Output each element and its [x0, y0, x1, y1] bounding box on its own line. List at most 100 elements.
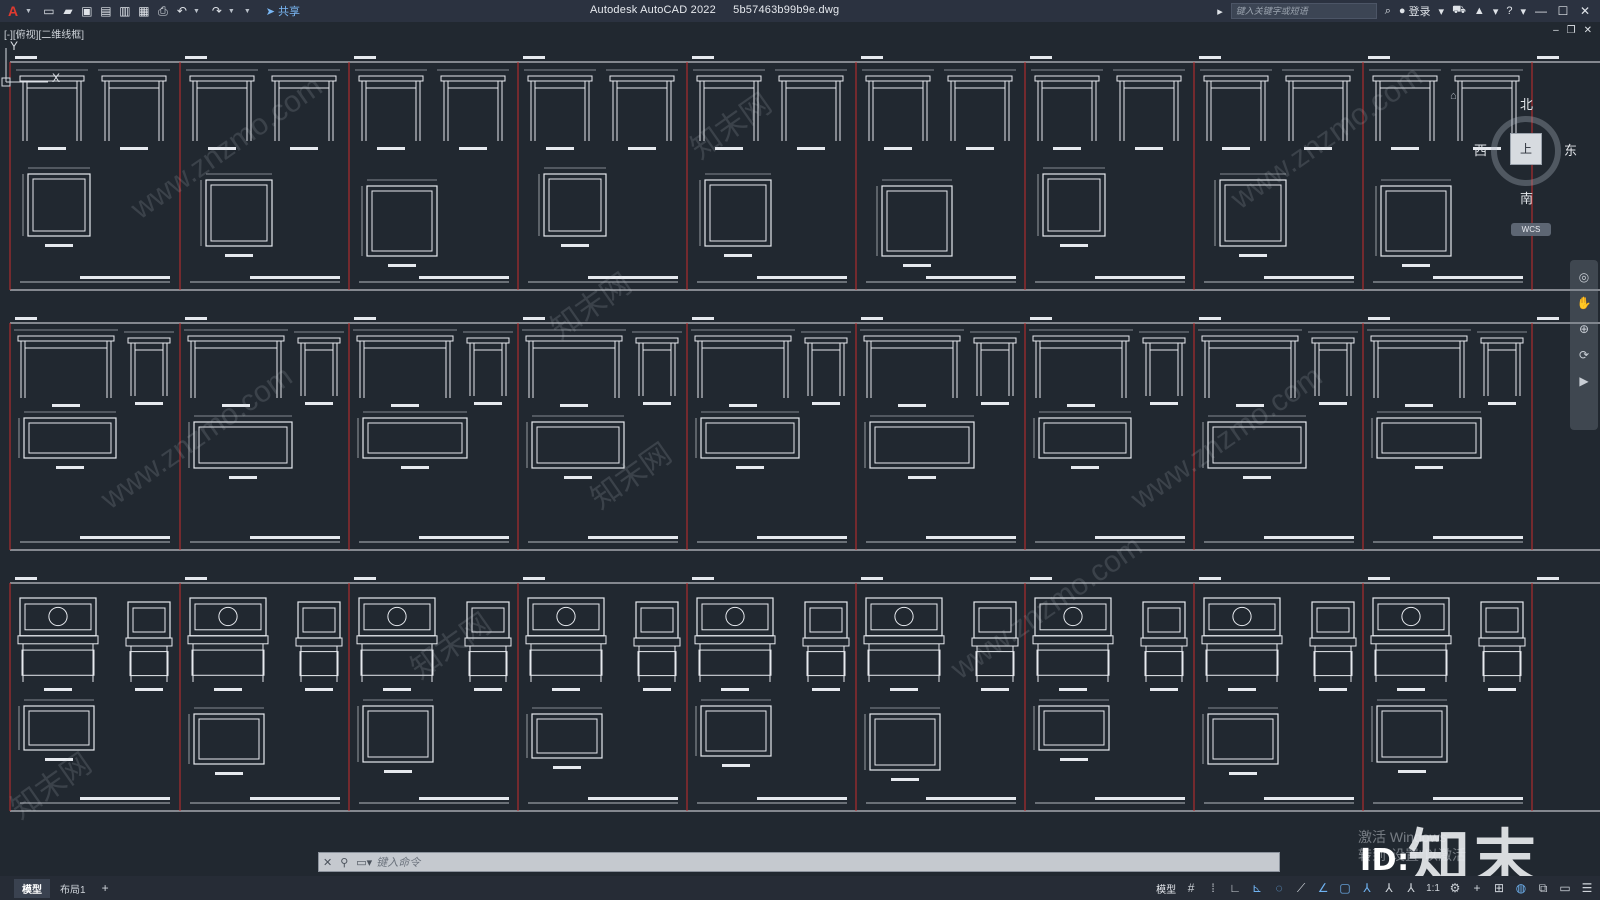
- row2-table-long-4-caption: [729, 404, 757, 407]
- autodesk-a360-icon[interactable]: ▲: [1474, 5, 1485, 17]
- showmotion-icon[interactable]: ▶: [1579, 374, 1588, 388]
- a360-dropdown-icon[interactable]: ▾: [1493, 5, 1499, 18]
- auto-scale-icon[interactable]: ⅄: [1382, 881, 1396, 895]
- navigation-bar: ◎ ✋ ⊕ ⟳ ▶: [1570, 260, 1598, 430]
- row3-plan-3-caption: [553, 766, 581, 769]
- model-space-toggle[interactable]: 模型: [1156, 881, 1176, 896]
- viewcube-south[interactable]: 南: [1520, 188, 1533, 207]
- isodraft-icon[interactable]: ⟋: [1294, 881, 1308, 896]
- infer-constraints-icon[interactable]: ∟: [1228, 881, 1242, 895]
- undo-dropdown-icon[interactable]: ▼: [193, 8, 200, 15]
- column-title-bar: [1264, 276, 1354, 279]
- plot-icon[interactable]: ⎙: [155, 3, 171, 19]
- pan-icon[interactable]: ✋: [1577, 296, 1592, 310]
- help-dropdown-icon[interactable]: ▾: [1520, 5, 1526, 18]
- expand-arrow-icon[interactable]: ▸: [1217, 5, 1223, 18]
- polar-tracking-icon[interactable]: ◌: [1272, 881, 1286, 895]
- row3-chair-side-0-back: [127, 601, 171, 639]
- drawing-restore-icon[interactable]: ❐: [1567, 25, 1576, 36]
- row3-chair-front-7-base: [1205, 649, 1279, 676]
- cart-icon[interactable]: ⛟: [1452, 4, 1466, 18]
- annotation-scale-icon[interactable]: ⅄: [1404, 881, 1418, 895]
- diagonal-watermark: www.znzmo.com: [1124, 360, 1328, 517]
- row3-chair-front-4-seat: [694, 635, 776, 645]
- isolate-objects-icon[interactable]: ◍: [1514, 881, 1528, 895]
- viewport-label[interactable]: [-][俯视][二维线框]: [4, 26, 84, 41]
- redo-dropdown-icon[interactable]: ▼: [228, 8, 235, 15]
- command-input[interactable]: 键入命令: [376, 854, 420, 870]
- viewcube-east[interactable]: 东: [1564, 140, 1577, 159]
- command-prompt-icon[interactable]: ▭▾: [356, 856, 372, 869]
- save-web-icon[interactable]: ▦: [136, 3, 152, 19]
- share-button[interactable]: ➤ 共享: [266, 3, 300, 19]
- row3-chair-front-7-ornament: [1232, 606, 1252, 627]
- search-icon[interactable]: ⌕: [1385, 5, 1391, 18]
- annotation-visibility-icon[interactable]: ⅄: [1360, 881, 1374, 895]
- drawing-canvas[interactable]: www.znzmo.com 知末网 www.znzmo.com 知末网 www.znzm…: [0, 40, 1600, 876]
- scale-label[interactable]: 1:1: [1426, 883, 1440, 894]
- new-file-icon[interactable]: ▭: [41, 3, 57, 19]
- customize-qat-icon[interactable]: ▼: [244, 8, 251, 15]
- drawing-minimize-icon[interactable]: –: [1553, 25, 1559, 36]
- add-layout-button[interactable]: +: [96, 881, 115, 895]
- row1-plan-0-outer: [27, 173, 91, 237]
- row1-table-a-6-caption: [1053, 147, 1081, 150]
- help-icon[interactable]: ?: [1506, 5, 1512, 17]
- column-title-bar: [419, 276, 509, 279]
- sheet-header-tick: [523, 56, 545, 59]
- row3-chair-front-3-caption: [552, 688, 580, 691]
- steering-wheel-icon[interactable]: ◎: [1579, 270, 1589, 284]
- undo-icon[interactable]: ↶: [174, 3, 190, 19]
- snap-icon[interactable]: ⁞: [1206, 881, 1220, 895]
- wcs-menu-button[interactable]: WCS: [1511, 223, 1551, 236]
- maximize-icon[interactable]: ☐: [1556, 4, 1570, 18]
- minimize-icon[interactable]: —: [1534, 4, 1548, 18]
- clean-screen-icon[interactable]: ▭: [1558, 881, 1572, 895]
- zoom-extents-icon[interactable]: ⊕: [1579, 322, 1589, 336]
- open-web-icon[interactable]: ▥: [117, 3, 133, 19]
- login-dropdown-icon[interactable]: ▾: [1439, 5, 1445, 18]
- row2-table-side-4-caption: [812, 402, 840, 405]
- column-title-bar: [1095, 276, 1185, 279]
- customization-icon[interactable]: ☰: [1580, 881, 1594, 895]
- column-title-bar: [1095, 797, 1185, 800]
- ortho-icon[interactable]: ⊾: [1250, 881, 1264, 895]
- viewcube[interactable]: ⌂ 北 上 西 东 南: [1450, 90, 1577, 210]
- annotation-monitor-icon[interactable]: +: [1470, 881, 1484, 895]
- home-view-icon[interactable]: ⌂: [1450, 90, 1457, 102]
- row2-table-side-7-top: [1311, 337, 1355, 344]
- login-button[interactable]: ● 登录: [1399, 3, 1431, 19]
- row3-plan-0-outer: [23, 705, 95, 751]
- row2-table-side-4-top: [804, 337, 848, 344]
- open-folder-icon[interactable]: ▰: [60, 3, 76, 19]
- drawing-close-icon[interactable]: ✕: [1584, 25, 1592, 36]
- save-icon[interactable]: ▣: [79, 3, 95, 19]
- redo-icon[interactable]: ↷: [209, 3, 225, 19]
- hardware-acceleration-icon[interactable]: ⧉: [1536, 881, 1550, 896]
- column-title-bar: [1433, 536, 1523, 539]
- object-snap-icon[interactable]: ▢: [1338, 881, 1352, 895]
- app-menu-button[interactable]: A: [4, 3, 22, 19]
- tab-layout1[interactable]: 布局1: [52, 879, 94, 898]
- row1-table-b-5-caption: [966, 147, 994, 150]
- commandline-search-icon[interactable]: ⚲: [340, 856, 348, 869]
- workspace-gear-icon[interactable]: ⚙: [1448, 881, 1462, 895]
- viewcube-north[interactable]: 北: [1520, 94, 1533, 113]
- save-as-icon[interactable]: ▤: [98, 3, 114, 19]
- object-snap-tracking-icon[interactable]: ∠: [1316, 881, 1330, 895]
- sheet-header-tick: [1368, 56, 1390, 59]
- viewcube-top-face[interactable]: 上: [1510, 133, 1542, 165]
- viewcube-west[interactable]: 西: [1474, 140, 1487, 159]
- grid-icon[interactable]: #: [1184, 881, 1198, 895]
- chevron-down-icon[interactable]: ▼: [25, 8, 32, 15]
- close-icon[interactable]: ✕: [1578, 4, 1592, 18]
- commandline-close-icon[interactable]: ✕: [323, 856, 332, 869]
- row3-chair-side-4-seat: [802, 637, 850, 647]
- units-icon[interactable]: ⊞: [1492, 881, 1506, 895]
- search-input[interactable]: 键入关键字或短语: [1230, 3, 1377, 19]
- orbit-icon[interactable]: ⟳: [1579, 348, 1589, 362]
- sheet-header-tick: [692, 56, 714, 59]
- tab-model[interactable]: 模型: [14, 878, 50, 898]
- command-line[interactable]: ✕ ⚲ ▭▾ 键入命令: [318, 852, 1280, 872]
- row3-chair-side-8-seat: [1478, 637, 1526, 647]
